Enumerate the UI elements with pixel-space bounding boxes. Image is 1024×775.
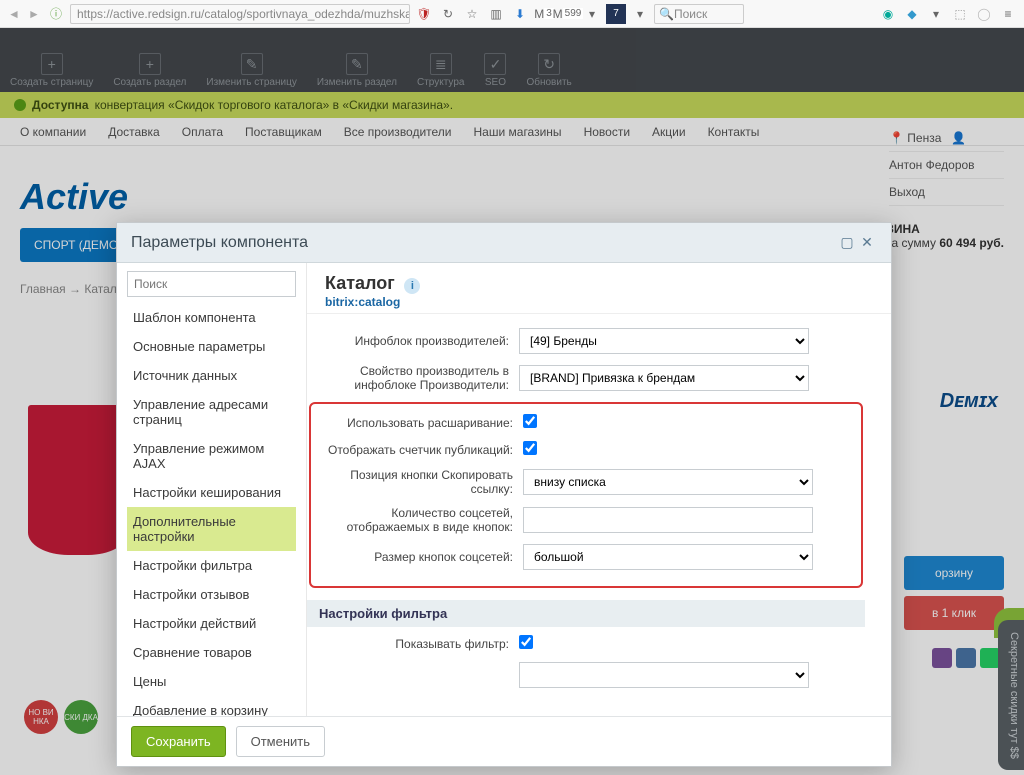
nav-data-source[interactable]: Источник данных [127,361,296,390]
ext3-icon[interactable]: ▾ [926,4,946,24]
save-button[interactable]: Сохранить [131,726,226,757]
row-show-counter: Отображать счетчик публикаций: [313,441,859,458]
url-bar[interactable]: https://active.redsign.ru/catalog/sporti… [70,4,410,24]
nav-url-mgmt[interactable]: Управление адресами страниц [127,390,296,434]
ext2-icon[interactable]: ◆ [902,4,922,24]
info-icon[interactable]: ⓘ [46,4,66,24]
modal-titlebar: Параметры компонента ▢ ✕ [117,223,891,263]
gmail2-icon[interactable]: M599 [558,4,578,24]
ext4-icon[interactable]: ⬚ [950,4,970,24]
filter-section-head: Настройки фильтра [307,600,865,627]
row-copy-pos: Позиция кнопки Скопировать ссылку: внизу… [313,468,859,496]
row-prop: Свойство производитель в инфоблоке Произ… [309,364,863,392]
nav-additional[interactable]: Дополнительные настройки [127,507,296,551]
soc-count-input[interactable] [523,507,813,533]
browser-toolbar: ◄ ► ⓘ https://active.redsign.ru/catalog/… [0,0,1024,28]
row-soc-size: Размер кнопок соцсетей: большой [313,544,859,570]
highlighted-group: Использовать расшаривание: Отображать сч… [309,402,863,588]
component-id: bitrix:catalog [325,295,400,309]
row-use-sharing: Использовать расшаривание: [313,414,859,431]
menu-icon[interactable]: ▾ [582,4,602,24]
show-counter-checkbox[interactable] [523,441,537,455]
close-icon[interactable]: ✕ [857,233,877,253]
tab-badge-icon[interactable]: 7 [606,4,626,24]
ext5-icon[interactable]: ◯ [974,4,994,24]
maximize-icon[interactable]: ▢ [837,233,857,253]
gmail-icon[interactable]: M3 [534,4,554,24]
prop-select[interactable]: [BRAND] Привязка к брендам [519,365,809,391]
download-icon[interactable]: ⬇ [510,4,530,24]
dropdown-icon[interactable]: ▾ [630,4,650,24]
row-infoblock: Инфоблок производителей: [49] Бренды [309,328,863,354]
nav-add-cart[interactable]: Добавление в корзину [127,696,296,716]
row-show-filter: Показывать фильтр: [309,635,863,652]
nav-prices[interactable]: Цены [127,667,296,696]
ublock-icon[interactable]: 🛡 [414,4,434,24]
row-cutoff [309,662,863,688]
fwd-icon: ► [26,7,42,21]
nav-compare[interactable]: Сравнение товаров [127,638,296,667]
nav-actions[interactable]: Настройки действий [127,609,296,638]
row-soc-count: Количество соцсетей, отображаемых в виде… [313,506,859,534]
cancel-button[interactable]: Отменить [236,726,325,757]
copy-pos-select[interactable]: внизу списка [523,469,813,495]
component-settings-modal: Параметры компонента ▢ ✕ Шаблон компонен… [116,222,892,767]
modal-header: Каталог i bitrix:catalog [307,263,891,314]
component-title: Каталог [325,273,395,294]
nav-ajax[interactable]: Управление режимом AJAX [127,434,296,478]
browser-search[interactable]: 🔍 Поиск [654,4,744,24]
hamburger-icon[interactable]: ≡ [998,4,1018,24]
ext1-icon[interactable]: ◉ [878,4,898,24]
soc-size-select[interactable]: большой [523,544,813,570]
modal-title-text: Параметры компонента [131,234,308,252]
modal-nav[interactable]: Шаблон компонента Основные параметры Ист… [127,303,296,716]
modal-form[interactable]: Инфоблок производителей: [49] Бренды Сво… [307,314,891,716]
reload-icon[interactable]: ↻ [438,4,458,24]
cutoff-select[interactable] [519,662,809,688]
back-icon[interactable]: ◄ [6,7,22,21]
infoblock-select[interactable]: [49] Бренды [519,328,809,354]
nav-main-params[interactable]: Основные параметры [127,332,296,361]
modal-sidebar: Шаблон компонента Основные параметры Ист… [117,263,307,716]
nav-cache[interactable]: Настройки кеширования [127,478,296,507]
modal-footer: Сохранить Отменить [117,716,891,766]
calendar-icon[interactable]: ▥ [486,4,506,24]
nav-template[interactable]: Шаблон компонента [127,303,296,332]
use-sharing-checkbox[interactable] [523,414,537,428]
modal-search-input[interactable] [127,271,296,297]
info-icon[interactable]: i [404,278,420,294]
nav-filter[interactable]: Настройки фильтра [127,551,296,580]
star-icon[interactable]: ☆ [462,4,482,24]
nav-reviews[interactable]: Настройки отзывов [127,580,296,609]
show-filter-checkbox[interactable] [519,635,533,649]
